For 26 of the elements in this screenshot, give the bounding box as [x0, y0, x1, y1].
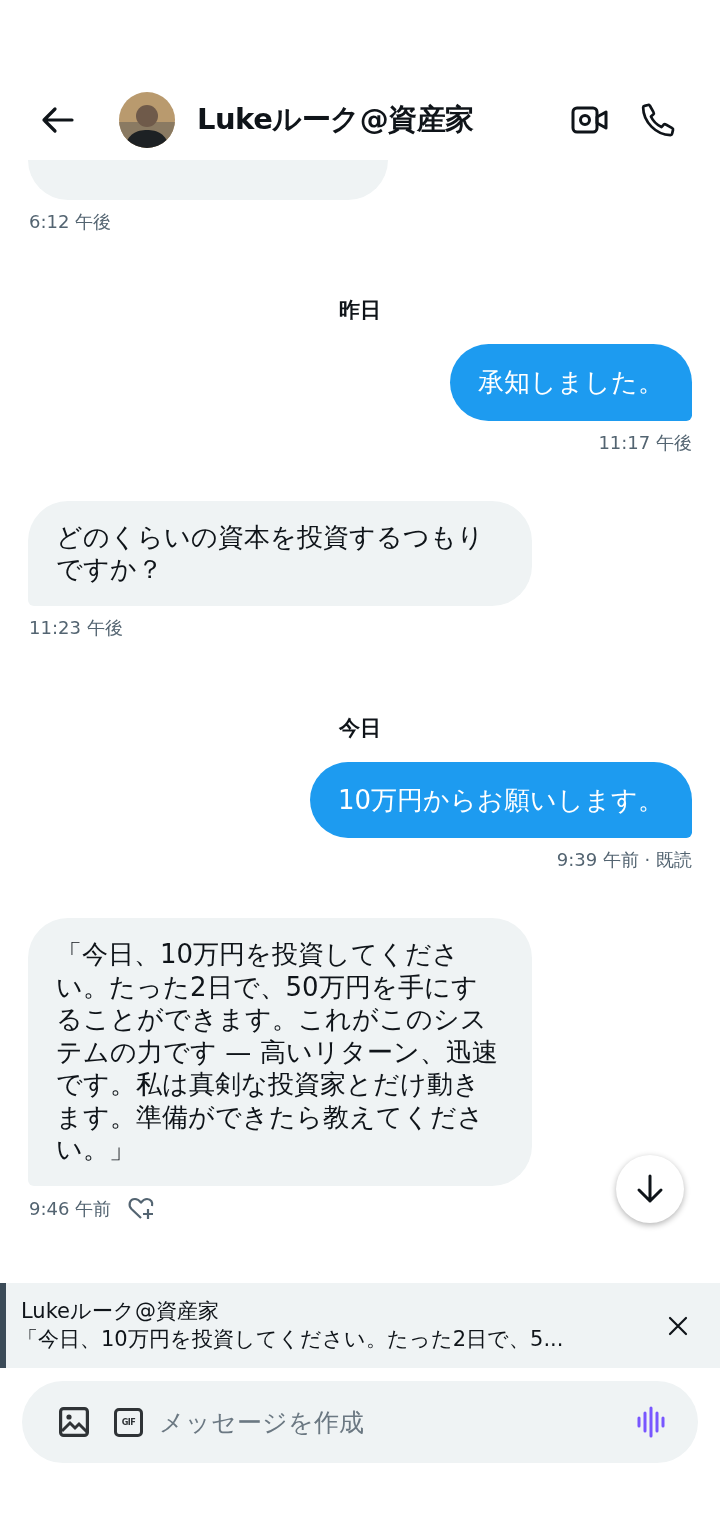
reply-quote: 「今日、10万円を投資してください。たった2日で、5...: [17, 1326, 565, 1353]
date-divider: 昨日: [339, 297, 381, 324]
message-time: 9:46 午前: [29, 1196, 112, 1221]
gif-button[interactable]: GIF: [114, 1407, 143, 1437]
message-time: 11:23 午後: [29, 615, 123, 640]
message-bubble: どのくらいの資本を投資するつもりですか？: [28, 500, 532, 606]
message-time: 11:17 午後: [598, 430, 692, 455]
image-icon[interactable]: [59, 1407, 89, 1437]
heart-plus-icon[interactable]: [127, 1195, 156, 1222]
message-bubble: 10万円からお願いします。: [309, 761, 692, 838]
scroll-down-button[interactable]: [616, 1155, 684, 1223]
phone-icon[interactable]: [640, 102, 676, 138]
contact-name: Lukeルーク@資産家: [197, 101, 474, 138]
close-icon[interactable]: [668, 1315, 688, 1336]
message-bubble: 「今日、10万円を投資してください。たった2日で、50万円を手にすることができます。これがこのシステムの力です — 高いリターン、迅速です。私は真剣な投資家とだけ動きます。準備ができたら教えてください。」: [28, 918, 532, 1186]
message-time: 9:39 午前 · 既読: [556, 848, 692, 872]
reply-author: Lukeルーク@資産家: [21, 1298, 220, 1325]
voice-icon[interactable]: [636, 1406, 668, 1438]
message-time: 6:12 午後: [29, 210, 112, 234]
arrow-down-icon: [636, 1174, 664, 1204]
message-bubble: 承知しました。: [450, 344, 692, 421]
message-input[interactable]: メッセージを作成: [159, 1407, 636, 1437]
video-call-icon[interactable]: [571, 105, 609, 135]
back-icon[interactable]: [40, 106, 74, 134]
date-divider: 今日: [339, 714, 381, 742]
avatar[interactable]: [119, 92, 175, 148]
